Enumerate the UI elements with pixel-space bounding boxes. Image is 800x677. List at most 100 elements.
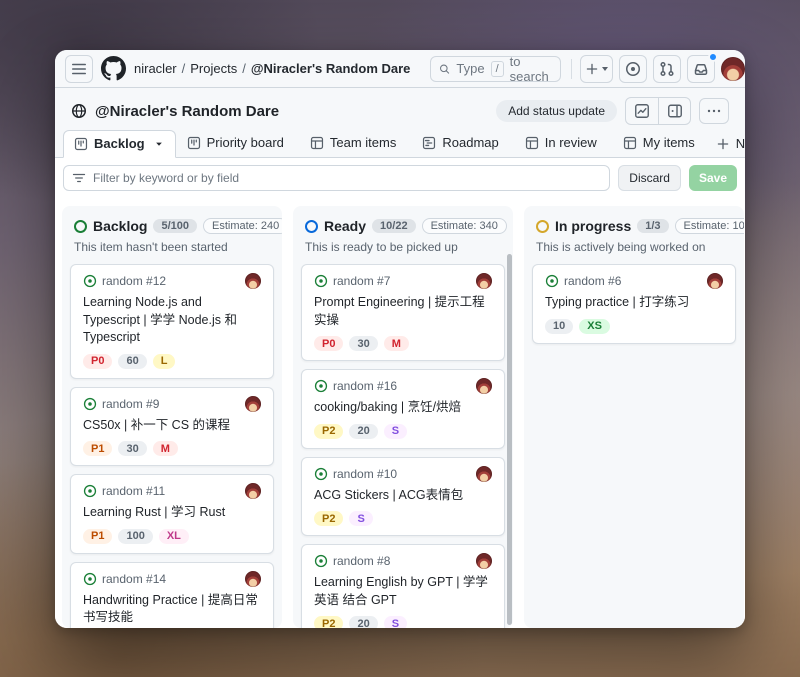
- filter-input-wrap: [63, 165, 610, 191]
- card-title[interactable]: CS50x | 补一下 CS 的课程: [83, 417, 261, 435]
- global-search-input[interactable]: Type / to search: [430, 56, 560, 82]
- globe-icon: [71, 103, 87, 119]
- add-status-update-button[interactable]: Add status update: [496, 100, 617, 122]
- save-button[interactable]: Save: [689, 165, 737, 191]
- card-meta: random #12: [83, 273, 261, 289]
- card-ref: random #6: [564, 274, 621, 288]
- column-header: Backlog 5/100 Estimate: 240: [62, 206, 282, 238]
- card-title[interactable]: Learning Node.js and Typescript | 学学 Nod…: [83, 294, 261, 347]
- view-tab-icon: [310, 136, 324, 150]
- column-ready: Ready 10/22 Estimate: 340 This is ready …: [293, 206, 513, 628]
- label-chip: S: [384, 616, 407, 628]
- project-menu-button[interactable]: [699, 98, 729, 124]
- column-scrollbar[interactable]: [507, 254, 512, 625]
- card[interactable]: random #9 CS50x | 补一下 CS 的课程 P130M: [70, 387, 274, 467]
- new-view-button[interactable]: New view: [706, 131, 745, 157]
- project-header: @Niracler's Random Dare Add status updat…: [55, 88, 745, 128]
- issue-opened-icon: [83, 397, 97, 411]
- card-labels: P220S: [314, 424, 492, 439]
- filter-input[interactable]: [93, 171, 601, 185]
- assignee-avatar[interactable]: [476, 273, 492, 289]
- label-chip: P2: [314, 616, 343, 628]
- column-count-badge: 10/22: [372, 219, 416, 233]
- column-count-badge: 1/3: [637, 219, 668, 233]
- card-title[interactable]: Prompt Engineering | 提示工程实操: [314, 294, 492, 329]
- breadcrumb-project[interactable]: @Niracler's Random Dare: [251, 61, 411, 76]
- project-title: @Niracler's Random Dare: [95, 103, 279, 120]
- card[interactable]: random #11 Learning Rust | 学习 Rust P1100…: [70, 474, 274, 554]
- tab-roadmap[interactable]: Roadmap: [411, 129, 509, 157]
- card-title[interactable]: Learning English by GPT | 学学英语 结合 GPT: [314, 574, 492, 609]
- column-estimate-badge: Estimate: 340: [422, 218, 507, 234]
- breadcrumb-section[interactable]: Projects: [190, 61, 237, 76]
- pull-requests-button[interactable]: [653, 55, 681, 83]
- card-title[interactable]: Learning Rust | 学习 Rust: [83, 504, 261, 522]
- breadcrumb-separator: /: [182, 61, 186, 76]
- top-bar-actions: [569, 55, 745, 83]
- assignee-avatar[interactable]: [476, 378, 492, 394]
- slash-keycap: /: [491, 61, 504, 77]
- card-title[interactable]: Typing practice | 打字练习: [545, 294, 723, 312]
- card-labels: P1100XL: [83, 529, 261, 544]
- assignee-avatar[interactable]: [245, 273, 261, 289]
- card[interactable]: random #10 ACG Stickers | ACG表情包 P2S: [301, 457, 505, 537]
- discard-button[interactable]: Discard: [618, 165, 681, 191]
- view-tab-icon: [422, 136, 436, 150]
- tab-my-items[interactable]: My items: [612, 129, 706, 157]
- issue-opened-icon: [83, 274, 97, 288]
- card-labels: P060L: [83, 354, 261, 369]
- card[interactable]: random #8 Learning English by GPT | 学学英语…: [301, 544, 505, 628]
- card-title[interactable]: Handwriting Practice | 提高日常书写技能: [83, 592, 261, 627]
- view-tab-label: Team items: [330, 135, 396, 150]
- insights-button[interactable]: [626, 98, 658, 124]
- tab-team-items[interactable]: Team items: [299, 129, 407, 157]
- inbox-button[interactable]: [687, 55, 715, 83]
- inbox-icon: [693, 61, 709, 77]
- assignee-avatar[interactable]: [476, 466, 492, 482]
- card-meta: random #10: [314, 466, 492, 482]
- user-avatar[interactable]: [721, 57, 745, 81]
- tab-options-caret[interactable]: [153, 138, 165, 150]
- view-tab-icon: [623, 136, 637, 150]
- tab-in-review[interactable]: In review: [514, 129, 608, 157]
- card[interactable]: random #12 Learning Node.js and Typescri…: [70, 264, 274, 379]
- label-chip: P1: [83, 529, 112, 544]
- create-new-button[interactable]: [580, 55, 613, 83]
- card-title[interactable]: ACG Stickers | ACG表情包: [314, 487, 492, 505]
- issue-opened-icon: [545, 274, 559, 288]
- card-meta: random #11: [83, 483, 261, 499]
- hamburger-menu-button[interactable]: [65, 55, 93, 83]
- card-labels: P030M: [314, 336, 492, 351]
- column-cards: random #12 Learning Node.js and Typescri…: [62, 262, 282, 628]
- card[interactable]: random #6 Typing practice | 打字练习 10XS: [532, 264, 736, 344]
- card[interactable]: random #14 Handwriting Practice | 提高日常书写…: [70, 562, 274, 629]
- view-tab-label: Priority board: [207, 135, 284, 150]
- side-panel-button[interactable]: [658, 98, 690, 124]
- card[interactable]: random #7 Prompt Engineering | 提示工程实操 P0…: [301, 264, 505, 361]
- tab-priority-board[interactable]: Priority board: [176, 129, 295, 157]
- breadcrumb-owner[interactable]: niracler: [134, 61, 177, 76]
- tab-backlog[interactable]: Backlog: [63, 130, 176, 158]
- assignee-avatar[interactable]: [245, 571, 261, 587]
- card-labels: P130M: [83, 441, 261, 456]
- breadcrumb: niracler / Projects / @Niracler's Random…: [134, 61, 410, 76]
- app-window: niracler / Projects / @Niracler's Random…: [55, 50, 745, 628]
- issues-button[interactable]: [619, 55, 647, 83]
- assignee-avatar[interactable]: [245, 396, 261, 412]
- sidebar-icon: [667, 103, 683, 119]
- notification-dot: [708, 52, 718, 62]
- label-chip: S: [384, 424, 407, 439]
- assignee-avatar[interactable]: [707, 273, 723, 289]
- view-tab-label: In review: [545, 135, 597, 150]
- assignee-avatar[interactable]: [245, 483, 261, 499]
- card[interactable]: random #16 cooking/baking | 烹饪/烘焙 P220S: [301, 369, 505, 449]
- card-title[interactable]: cooking/baking | 烹饪/烘焙: [314, 399, 492, 417]
- git-pull-request-icon: [659, 61, 675, 77]
- label-chip: 30: [118, 441, 146, 456]
- assignee-avatar[interactable]: [476, 553, 492, 569]
- github-logo-icon[interactable]: [101, 56, 126, 82]
- card-ref: random #10: [333, 467, 397, 481]
- column-name: Backlog: [93, 218, 147, 234]
- column-cards: random #7 Prompt Engineering | 提示工程实操 P0…: [293, 262, 513, 628]
- status-circle-icon: [305, 220, 318, 233]
